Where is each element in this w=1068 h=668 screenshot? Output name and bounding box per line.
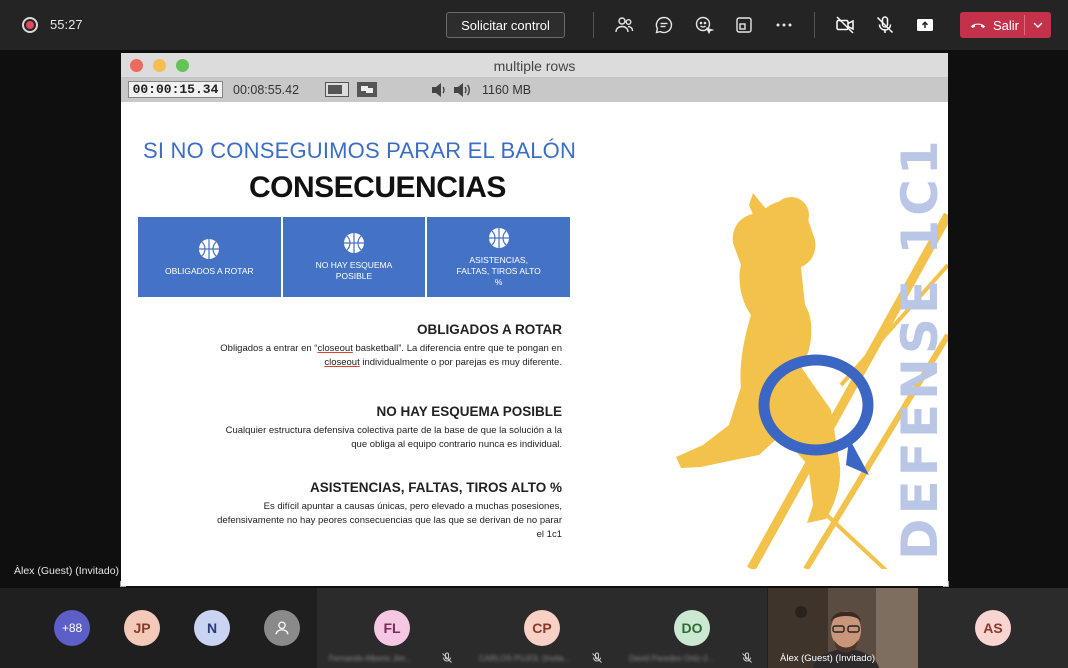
leave-divider — [1024, 15, 1025, 35]
card-label: OBLIGADOS A ROTAR — [165, 265, 254, 276]
participant-tile[interactable]: FL Fernando Alberto Jim... — [317, 588, 467, 668]
section-heading: NO HAY ESQUEMA POSIBLE — [376, 404, 562, 419]
shared-screen: multiple rows 00:00:15.34 00:08:55.42 11… — [0, 50, 1068, 588]
section-text: Cualquier estructura defensiva colectiva… — [142, 424, 562, 452]
participant-video-tile[interactable]: Àlex (Guest) (Invitado) — [768, 588, 918, 668]
leave-label: Salir — [993, 17, 1020, 33]
participant-avatar: AS — [975, 610, 1011, 646]
participant-avatar: CP — [524, 610, 560, 646]
mic-off-icon — [442, 652, 452, 663]
section-rotate: OBLIGADOS A ROTAR Obligados a entrar en … — [162, 322, 562, 370]
people-icon[interactable] — [612, 13, 636, 37]
participant-tile[interactable]: DO David Paredes Ortiz (I... — [617, 588, 767, 668]
participant-avatar[interactable] — [264, 610, 300, 646]
text-fragment: individualmente o por parejas es muy dif… — [359, 357, 562, 368]
participant-name: CARLOS PUJOL (Invita... — [479, 654, 571, 663]
window-mode-icon — [325, 82, 349, 97]
consequence-card: NO HAY ESQUEMA POSIBLE — [280, 217, 426, 297]
slide-title: CONSECUENCIAS — [249, 171, 506, 204]
chat-icon[interactable] — [652, 13, 676, 37]
reactions-icon[interactable] — [692, 13, 716, 37]
participant-tile[interactable]: CP CARLOS PUJOL (Invita... — [467, 588, 617, 668]
card-label: ASISTENCIAS, FALTAS, TIROS ALTO % — [456, 254, 541, 287]
section-assists: ASISTENCIAS, FALTAS, TIROS ALTO % Es dif… — [142, 480, 562, 542]
meeting-toolbar: 55:27 Solicitar control Salir — [0, 0, 1068, 50]
window-corner — [120, 581, 126, 587]
player-illustration: DEFENSE 1C1 — [676, 136, 948, 569]
camera-off-icon[interactable] — [833, 13, 857, 37]
memory-usage: 1160 MB — [482, 83, 532, 97]
text-fragment: closeout — [324, 357, 360, 368]
card-label: NO HAY ESQUEMA POSIBLE — [315, 260, 393, 281]
consequence-card: ASISTENCIAS, FALTAS, TIROS ALTO % — [425, 217, 570, 297]
participant-name: Fernando Alberto Jim... — [329, 654, 412, 663]
meeting-timer: 55:27 — [50, 17, 83, 32]
share-icon[interactable] — [913, 13, 937, 37]
basketball-icon — [344, 233, 364, 253]
window-corner — [943, 581, 949, 587]
text-fragment: basketball”. La diferencia entre que te … — [352, 343, 562, 354]
presenter-label: Àlex (Guest) (Invitado) — [14, 565, 120, 577]
shared-window: multiple rows 00:00:15.34 00:08:55.42 11… — [120, 53, 949, 587]
volume-down-icon — [430, 82, 448, 98]
basketball-icon — [488, 227, 509, 248]
participant-tile[interactable]: AS — [918, 588, 1068, 668]
participant-avatar: DO — [674, 610, 710, 646]
vertical-slide-text: DEFENSE 1C1 — [891, 136, 948, 560]
section-scheme: NO HAY ESQUEMA POSIBLE Cualquier estruct… — [142, 404, 562, 452]
text-fragment: Cualquier estructura defensiva colectiva… — [225, 425, 562, 436]
section-heading: ASISTENCIAS, FALTAS, TIROS ALTO % — [309, 480, 562, 495]
person-icon — [275, 621, 289, 635]
participant-avatar[interactable]: JP — [124, 610, 160, 646]
more-icon[interactable] — [772, 13, 796, 37]
volume-up-icon — [452, 82, 472, 98]
chevron-down-icon[interactable] — [1030, 17, 1046, 33]
slide-subtitle: SI NO CONSEGUIMOS PARAR EL BALÓN — [143, 138, 577, 163]
rooms-icon[interactable] — [732, 13, 756, 37]
consequence-card: OBLIGADOS A ROTAR — [138, 217, 281, 297]
participant-avatar: FL — [374, 610, 410, 646]
player-toolbar: 00:00:15.34 00:08:55.42 1160 MB — [121, 78, 948, 102]
toolbar-divider — [593, 12, 594, 38]
presentation-slide: SI NO CONSEGUIMOS PARAR EL BALÓN CONSECU… — [121, 105, 948, 569]
text-fragment: closeout — [317, 343, 353, 354]
text-fragment: que obliga al equipo contrario nunca es … — [351, 439, 562, 450]
section-text: Es difícil apuntar a causas únicas, pero… — [142, 500, 562, 542]
consequences-banner: OBLIGADOS A ROTAR NO HAY ESQUEMA POSIBLE… — [138, 217, 570, 297]
section-text: Obligados a entrar en “closeout basketba… — [162, 342, 562, 370]
mic-off-icon — [592, 652, 602, 663]
participant-avatar[interactable]: N — [194, 610, 230, 646]
request-control-button[interactable]: Solicitar control — [446, 12, 565, 38]
participant-name: Àlex (Guest) (Invitado) — [780, 653, 876, 664]
overflow-participants-button[interactable]: +88 — [54, 610, 90, 646]
participant-strip: +88 JP N FL Fernando Alberto Jim... CP C… — [0, 588, 1068, 668]
mic-off-icon — [742, 652, 752, 663]
toolbar-divider — [814, 12, 815, 38]
text-fragment: Obligados a entrar en “ — [220, 343, 318, 354]
section-heading: OBLIGADOS A ROTAR — [417, 322, 562, 337]
recording-icon — [22, 17, 38, 33]
text-fragment: defensivamente no hay peores consecuenci… — [217, 515, 562, 526]
participant-name: David Paredes Ortiz (I... — [629, 654, 715, 663]
fullscreen-mode-icon — [357, 82, 377, 97]
window-titlebar: multiple rows — [121, 53, 948, 78]
hang-up-icon — [969, 16, 987, 34]
text-fragment: el 1c1 — [536, 529, 562, 540]
window-title: multiple rows — [493, 58, 576, 74]
leave-button[interactable]: Salir — [960, 12, 1051, 38]
current-timecode: 00:00:15.34 — [128, 81, 223, 98]
basketball-icon — [199, 238, 220, 259]
text-fragment: Es difícil apuntar a causas únicas, pero… — [263, 501, 562, 512]
total-duration: 00:08:55.42 — [233, 83, 300, 97]
mic-off-icon[interactable] — [873, 13, 897, 37]
